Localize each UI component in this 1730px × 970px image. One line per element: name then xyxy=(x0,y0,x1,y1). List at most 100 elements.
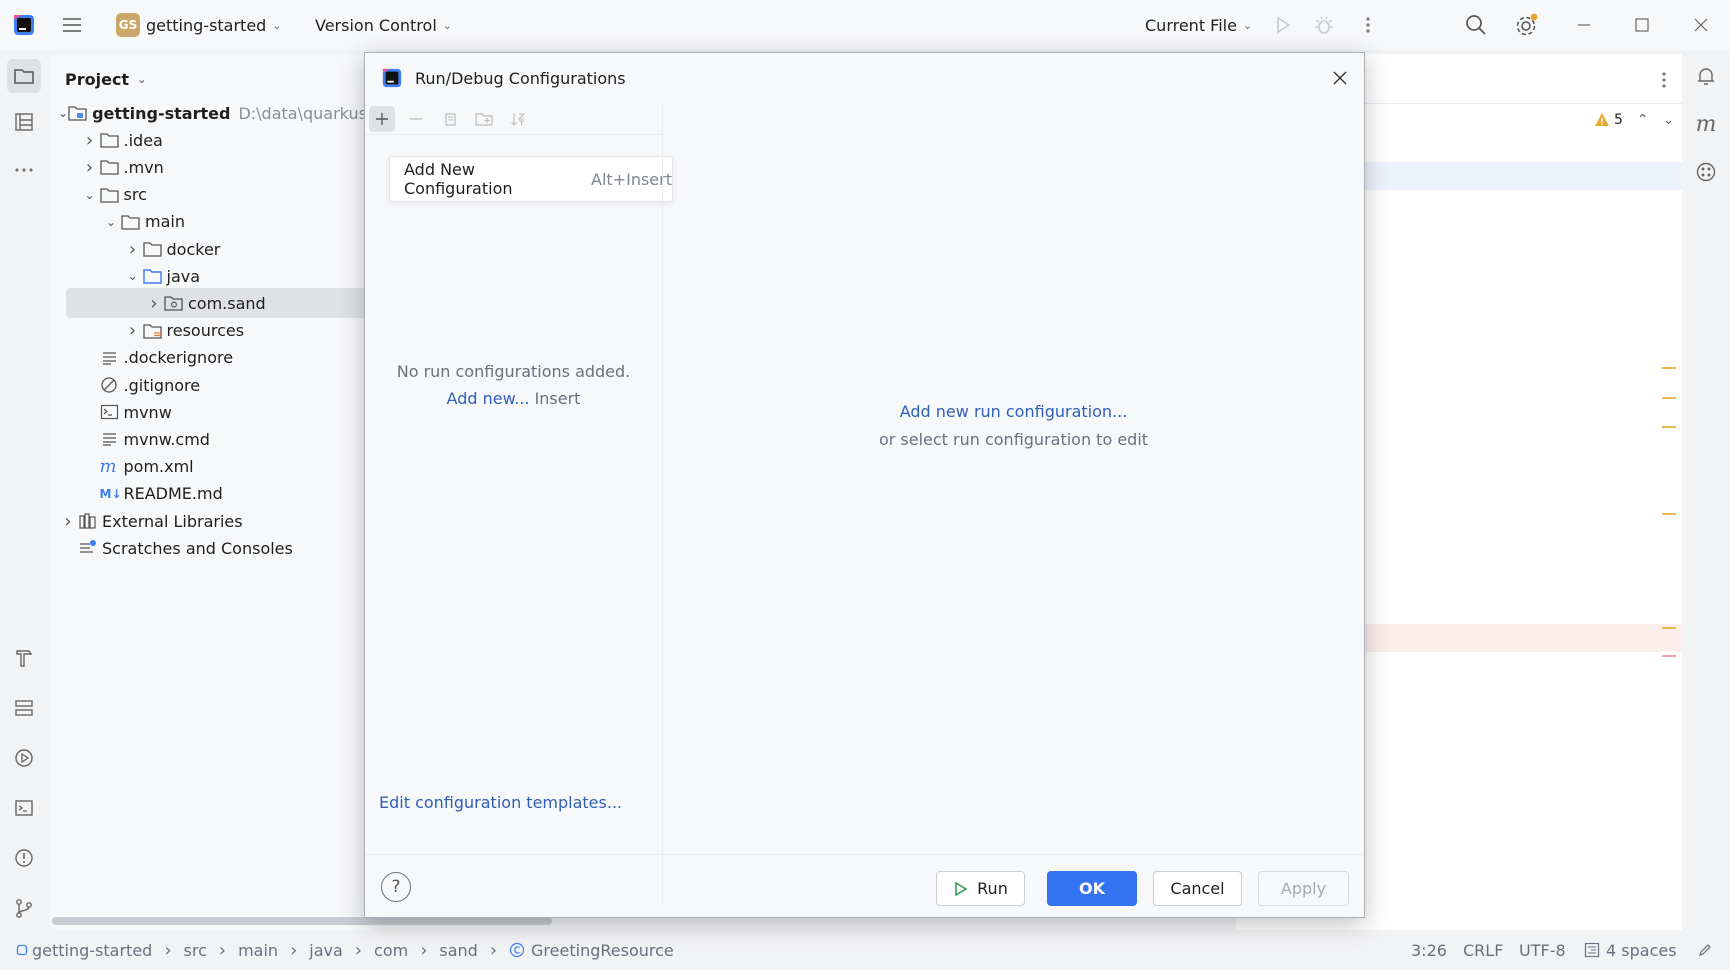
chevron-right-icon[interactable]: › xyxy=(80,130,100,151)
warning-stripe[interactable] xyxy=(1662,397,1676,399)
tree-item-label: pom.xml xyxy=(123,457,194,477)
services-tool-button[interactable] xyxy=(7,691,41,725)
more-actions-button[interactable] xyxy=(1358,0,1378,50)
chevron-down-icon[interactable]: ⌄ xyxy=(123,269,143,283)
run-tool-button[interactable] xyxy=(7,741,41,775)
search-everywhere-button[interactable] xyxy=(1464,0,1488,50)
run-button[interactable] xyxy=(1272,0,1294,50)
minimize-window-button[interactable] xyxy=(1576,0,1592,50)
add-configuration-button[interactable] xyxy=(369,105,395,132)
problems-tool-button[interactable] xyxy=(7,841,41,875)
caret-position[interactable]: 3:26 xyxy=(1411,930,1447,970)
move-to-folder-button[interactable] xyxy=(471,106,497,132)
terminal-tool-button[interactable] xyxy=(7,791,41,825)
chevron-right-icon[interactable]: › xyxy=(123,239,143,260)
tree-item[interactable]: M↓ README.md xyxy=(50,479,370,509)
add-new-link[interactable]: Add new... xyxy=(447,389,530,408)
breadcrumb-item[interactable]: src xyxy=(184,941,207,960)
tree-item[interactable]: › resources xyxy=(50,316,370,346)
breadcrumb-item[interactable]: java xyxy=(309,941,343,960)
settings-button[interactable] xyxy=(1514,0,1540,50)
ai-assistant-button[interactable] xyxy=(1689,155,1723,189)
dialog-close-button[interactable] xyxy=(1328,66,1352,90)
breadcrumb-item[interactable]: getting-started xyxy=(32,941,152,960)
tree-item[interactable]: › External Libraries xyxy=(50,506,370,536)
project-tool-button[interactable] xyxy=(7,59,41,93)
sort-configurations-button[interactable] xyxy=(505,106,531,132)
maximize-window-button[interactable] xyxy=(1634,0,1650,50)
tree-item[interactable]: ⌄ src xyxy=(50,180,370,210)
chevron-right-icon[interactable]: › xyxy=(144,293,164,314)
project-switcher[interactable]: GS getting-started ⌄ xyxy=(116,0,282,50)
tree-item[interactable]: › .mvn xyxy=(50,152,370,182)
chevron-right-icon[interactable]: › xyxy=(123,320,143,341)
chevron-down-icon[interactable]: ⌄ xyxy=(58,106,68,120)
more-tools-button[interactable] xyxy=(7,153,41,187)
project-horizontal-scrollbar[interactable] xyxy=(52,917,552,925)
tree-item[interactable]: ⌄ getting-started D:\data\quarkus-t xyxy=(50,98,379,128)
debug-button[interactable] xyxy=(1313,0,1335,50)
tree-item[interactable]: › com.sand xyxy=(66,288,370,319)
breadcrumb-item[interactable]: com xyxy=(374,941,408,960)
build-tool-button[interactable] xyxy=(7,641,41,675)
maven-tool-button[interactable]: m xyxy=(1689,107,1723,141)
chevron-right-icon: › xyxy=(420,939,428,961)
warning-stripe[interactable] xyxy=(1662,367,1676,369)
close-window-button[interactable] xyxy=(1693,0,1709,50)
main-menu-button[interactable] xyxy=(60,0,84,50)
warning-icon xyxy=(1595,113,1609,126)
error-stripe[interactable] xyxy=(1662,655,1676,657)
tree-item[interactable]: mvnw xyxy=(50,397,370,427)
dialog-footer: ? Run OK Cancel Apply xyxy=(365,854,1364,917)
tree-item[interactable]: Scratches and Consoles xyxy=(50,533,370,563)
edit-templates-link[interactable]: Edit configuration templates... xyxy=(379,793,622,812)
file-encoding[interactable]: UTF-8 xyxy=(1519,930,1566,970)
tree-item[interactable]: .dockerignore xyxy=(50,343,370,373)
tree-item[interactable]: .gitignore xyxy=(50,370,370,400)
chevron-down-icon: ⌄ xyxy=(272,18,282,32)
remove-configuration-button[interactable] xyxy=(403,106,429,132)
readonly-toggle[interactable] xyxy=(1697,930,1713,970)
warning-stripe[interactable] xyxy=(1662,513,1676,515)
tree-item[interactable]: ⌄ main xyxy=(50,207,370,237)
breadcrumb-item[interactable]: sand xyxy=(439,941,477,960)
tree-item[interactable]: m pom.xml xyxy=(50,452,370,482)
breadcrumb-item[interactable]: GreetingResource xyxy=(531,941,674,960)
warning-stripe[interactable] xyxy=(1662,426,1676,428)
tree-item-path: D:\data\quarkus-t xyxy=(238,103,379,123)
app-logo[interactable] xyxy=(12,0,36,50)
notifications-button[interactable] xyxy=(1689,59,1723,93)
line-separator[interactable]: CRLF xyxy=(1463,930,1503,970)
tree-item-label: mvnw xyxy=(123,402,172,422)
run-button[interactable]: Run xyxy=(936,871,1025,906)
chevron-down-icon[interactable]: ⌄ xyxy=(80,188,100,202)
add-new-run-configuration-link[interactable]: Add new run configuration... xyxy=(663,402,1364,421)
project-panel-title[interactable]: Project ⌄ xyxy=(65,70,146,89)
tree-item[interactable]: › docker xyxy=(50,234,370,264)
help-button[interactable]: ? xyxy=(381,872,411,902)
vcs-menu[interactable]: Version Control ⌄ xyxy=(315,0,452,50)
indent-settings[interactable]: 4 spaces xyxy=(1584,930,1677,970)
chevron-down-icon[interactable]: ⌄ xyxy=(101,215,121,229)
apply-button[interactable]: Apply xyxy=(1258,871,1349,906)
copy-configuration-button[interactable] xyxy=(437,106,463,132)
previous-highlight-icon[interactable]: ⌃ xyxy=(1637,112,1649,128)
tree-item[interactable]: ⌄ java xyxy=(50,261,370,291)
next-highlight-icon[interactable]: ⌄ xyxy=(1663,112,1675,128)
structure-tool-button[interactable] xyxy=(7,105,41,139)
services-icon xyxy=(15,700,33,716)
editor-more-button[interactable] xyxy=(1654,69,1674,91)
ok-button[interactable]: OK xyxy=(1047,871,1137,906)
maximize-icon xyxy=(1635,18,1649,32)
tree-item[interactable]: › .idea xyxy=(50,125,370,155)
chevron-right-icon[interactable]: › xyxy=(58,511,78,532)
chevron-right-icon[interactable]: › xyxy=(80,157,100,178)
run-config-selector[interactable]: Current File ⌄ xyxy=(1145,0,1252,50)
git-tool-button[interactable] xyxy=(7,891,41,925)
dialog-title-bar[interactable]: Run/Debug Configurations xyxy=(365,53,1364,103)
breadcrumb-item[interactable]: main xyxy=(238,941,278,960)
cancel-button[interactable]: Cancel xyxy=(1153,871,1242,906)
inspection-widget[interactable]: 5 ⌃ ⌄ xyxy=(1594,112,1674,128)
tree-item[interactable]: mvnw.cmd xyxy=(50,424,370,454)
warning-stripe[interactable] xyxy=(1662,627,1676,629)
